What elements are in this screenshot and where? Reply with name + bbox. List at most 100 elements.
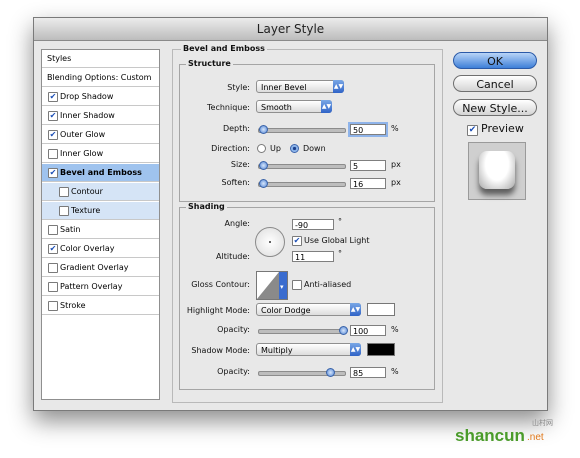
layer-style-dialog: Layer Style Styles Blending Options: Cus… (33, 17, 548, 411)
checkbox-color-overlay[interactable]: ✔ (48, 244, 58, 254)
watermark-cn: 山村网 (532, 419, 553, 427)
size-slider[interactable] (258, 161, 346, 170)
new-style-button[interactable]: New Style... (453, 99, 537, 116)
checkbox-inner-shadow[interactable]: ✔ (48, 111, 58, 121)
use-global-light-label: Use Global Light (304, 236, 370, 245)
angle-dial-center-icon (269, 241, 271, 243)
depth-unit: % (391, 124, 399, 133)
watermark-tld: .net (527, 432, 544, 443)
preview-checkbox[interactable]: ✔ (467, 125, 478, 136)
highlight-mode-value: Color Dodge (261, 306, 311, 315)
highlight-opacity-label: Opacity: (217, 325, 250, 334)
list-item-drop-shadow[interactable]: ✔ Drop Shadow (42, 88, 159, 106)
angle-degree-sign: ° (338, 217, 342, 226)
size-slider-knob[interactable] (259, 161, 268, 170)
shadow-opacity-knob[interactable] (326, 368, 335, 377)
gloss-contour-label: Gloss Contour: (191, 280, 250, 289)
title-bar[interactable]: Layer Style (34, 18, 547, 41)
list-item-label: Color Overlay (60, 244, 115, 253)
checkbox-satin[interactable] (48, 225, 58, 235)
shadow-mode-select[interactable]: Multiply ▲▼ (256, 343, 361, 356)
list-item-outer-glow[interactable]: ✔ Outer Glow (42, 126, 159, 144)
depth-slider[interactable] (258, 125, 346, 134)
window-title: Layer Style (256, 22, 325, 36)
angle-field[interactable]: -90 (292, 219, 334, 230)
anti-aliased-checkbox[interactable] (292, 280, 302, 290)
list-item-inner-shadow[interactable]: ✔ Inner Shadow (42, 107, 159, 125)
checkbox-stroke[interactable] (48, 301, 58, 311)
ok-button[interactable]: OK (453, 52, 537, 69)
preview-shape (479, 151, 515, 189)
list-item-label: Texture (71, 206, 101, 215)
shadow-opacity-field[interactable]: 85 (350, 367, 386, 378)
soften-label: Soften: (221, 178, 250, 187)
checkbox-inner-glow[interactable] (48, 149, 58, 159)
use-global-light-checkbox[interactable]: ✔ (292, 236, 302, 246)
list-item-color-overlay[interactable]: ✔ Color Overlay (42, 240, 159, 258)
list-item-inner-glow[interactable]: Inner Glow (42, 145, 159, 163)
checkbox-contour[interactable] (59, 187, 69, 197)
checkbox-outer-glow[interactable]: ✔ (48, 130, 58, 140)
highlight-mode-label: Highlight Mode: (186, 306, 250, 315)
list-item-stroke[interactable]: Stroke (42, 297, 159, 315)
list-item-label: Stroke (60, 301, 86, 310)
list-item-contour[interactable]: Contour (42, 183, 159, 201)
list-item-label: Inner Shadow (60, 111, 115, 120)
list-item-styles[interactable]: Styles (42, 50, 159, 68)
checkbox-bevel-and-emboss[interactable]: ✔ (48, 168, 58, 178)
size-field[interactable]: 5 (350, 160, 386, 171)
direction-up-radio[interactable] (257, 144, 266, 153)
preview-label[interactable]: Preview (481, 122, 524, 135)
list-item-label: Satin (60, 225, 81, 234)
watermark-brand: shancun (455, 426, 525, 445)
soften-field[interactable]: 16 (350, 178, 386, 189)
direction-down-radio[interactable] (290, 144, 299, 153)
depth-slider-knob[interactable] (259, 125, 268, 134)
highlight-opacity-field[interactable]: 100 (350, 325, 386, 336)
shadow-opacity-slider[interactable] (258, 368, 346, 377)
direction-up-label: Up (270, 144, 281, 153)
select-arrows-icon: ▲▼ (350, 343, 361, 356)
angle-dial[interactable] (255, 227, 285, 257)
altitude-field[interactable]: 11 (292, 251, 334, 262)
select-arrows-icon: ▲▼ (333, 80, 344, 93)
list-item-label: Drop Shadow (60, 92, 114, 101)
shadow-color-swatch[interactable] (367, 343, 395, 356)
shading-group: Shading Angle: -90 ° ✔ Use Global Light … (179, 202, 435, 390)
shadow-mode-value: Multiply (261, 346, 293, 355)
list-item-texture[interactable]: Texture (42, 202, 159, 220)
cancel-button[interactable]: Cancel (453, 75, 537, 92)
list-item-gradient-overlay[interactable]: Gradient Overlay (42, 259, 159, 277)
checkbox-pattern-overlay[interactable] (48, 282, 58, 292)
depth-field[interactable]: 50 (350, 124, 386, 135)
gloss-contour-picker[interactable]: ▾ (256, 271, 288, 300)
list-item-label: Gradient Overlay (60, 263, 129, 272)
style-select[interactable]: Inner Bevel ▲▼ (256, 80, 344, 93)
list-item-label: Styles (47, 54, 72, 63)
soften-slider-knob[interactable] (259, 179, 268, 188)
highlight-opacity-knob[interactable] (339, 326, 348, 335)
contour-curve-icon: ▾ (257, 272, 287, 299)
list-item-bevel-and-emboss[interactable]: ✔ Bevel and Emboss (42, 164, 159, 182)
list-item-pattern-overlay[interactable]: Pattern Overlay (42, 278, 159, 296)
list-item-blending-options[interactable]: Blending Options: Custom (42, 69, 159, 87)
style-select-value: Inner Bevel (261, 83, 307, 92)
highlight-mode-select[interactable]: Color Dodge ▲▼ (256, 303, 361, 316)
size-label: Size: (230, 160, 250, 169)
technique-select[interactable]: Smooth ▲▼ (256, 100, 332, 113)
shadow-opacity-unit: % (391, 367, 399, 376)
anti-aliased-label: Anti-aliased (304, 280, 352, 289)
list-item-label: Blending Options: Custom (47, 73, 152, 82)
structure-group: Structure Style: Inner Bevel ▲▼ Technique… (179, 59, 435, 202)
list-item-label: Outer Glow (60, 130, 106, 139)
checkbox-texture[interactable] (59, 206, 69, 216)
structure-title: Structure (186, 59, 233, 68)
highlight-opacity-slider[interactable] (258, 326, 348, 335)
list-item-satin[interactable]: Satin (42, 221, 159, 239)
select-arrows-icon: ▲▼ (321, 100, 332, 113)
soften-slider[interactable] (258, 179, 346, 188)
checkbox-drop-shadow[interactable]: ✔ (48, 92, 58, 102)
select-arrows-icon: ▲▼ (350, 303, 361, 316)
checkbox-gradient-overlay[interactable] (48, 263, 58, 273)
highlight-color-swatch[interactable] (367, 303, 395, 316)
